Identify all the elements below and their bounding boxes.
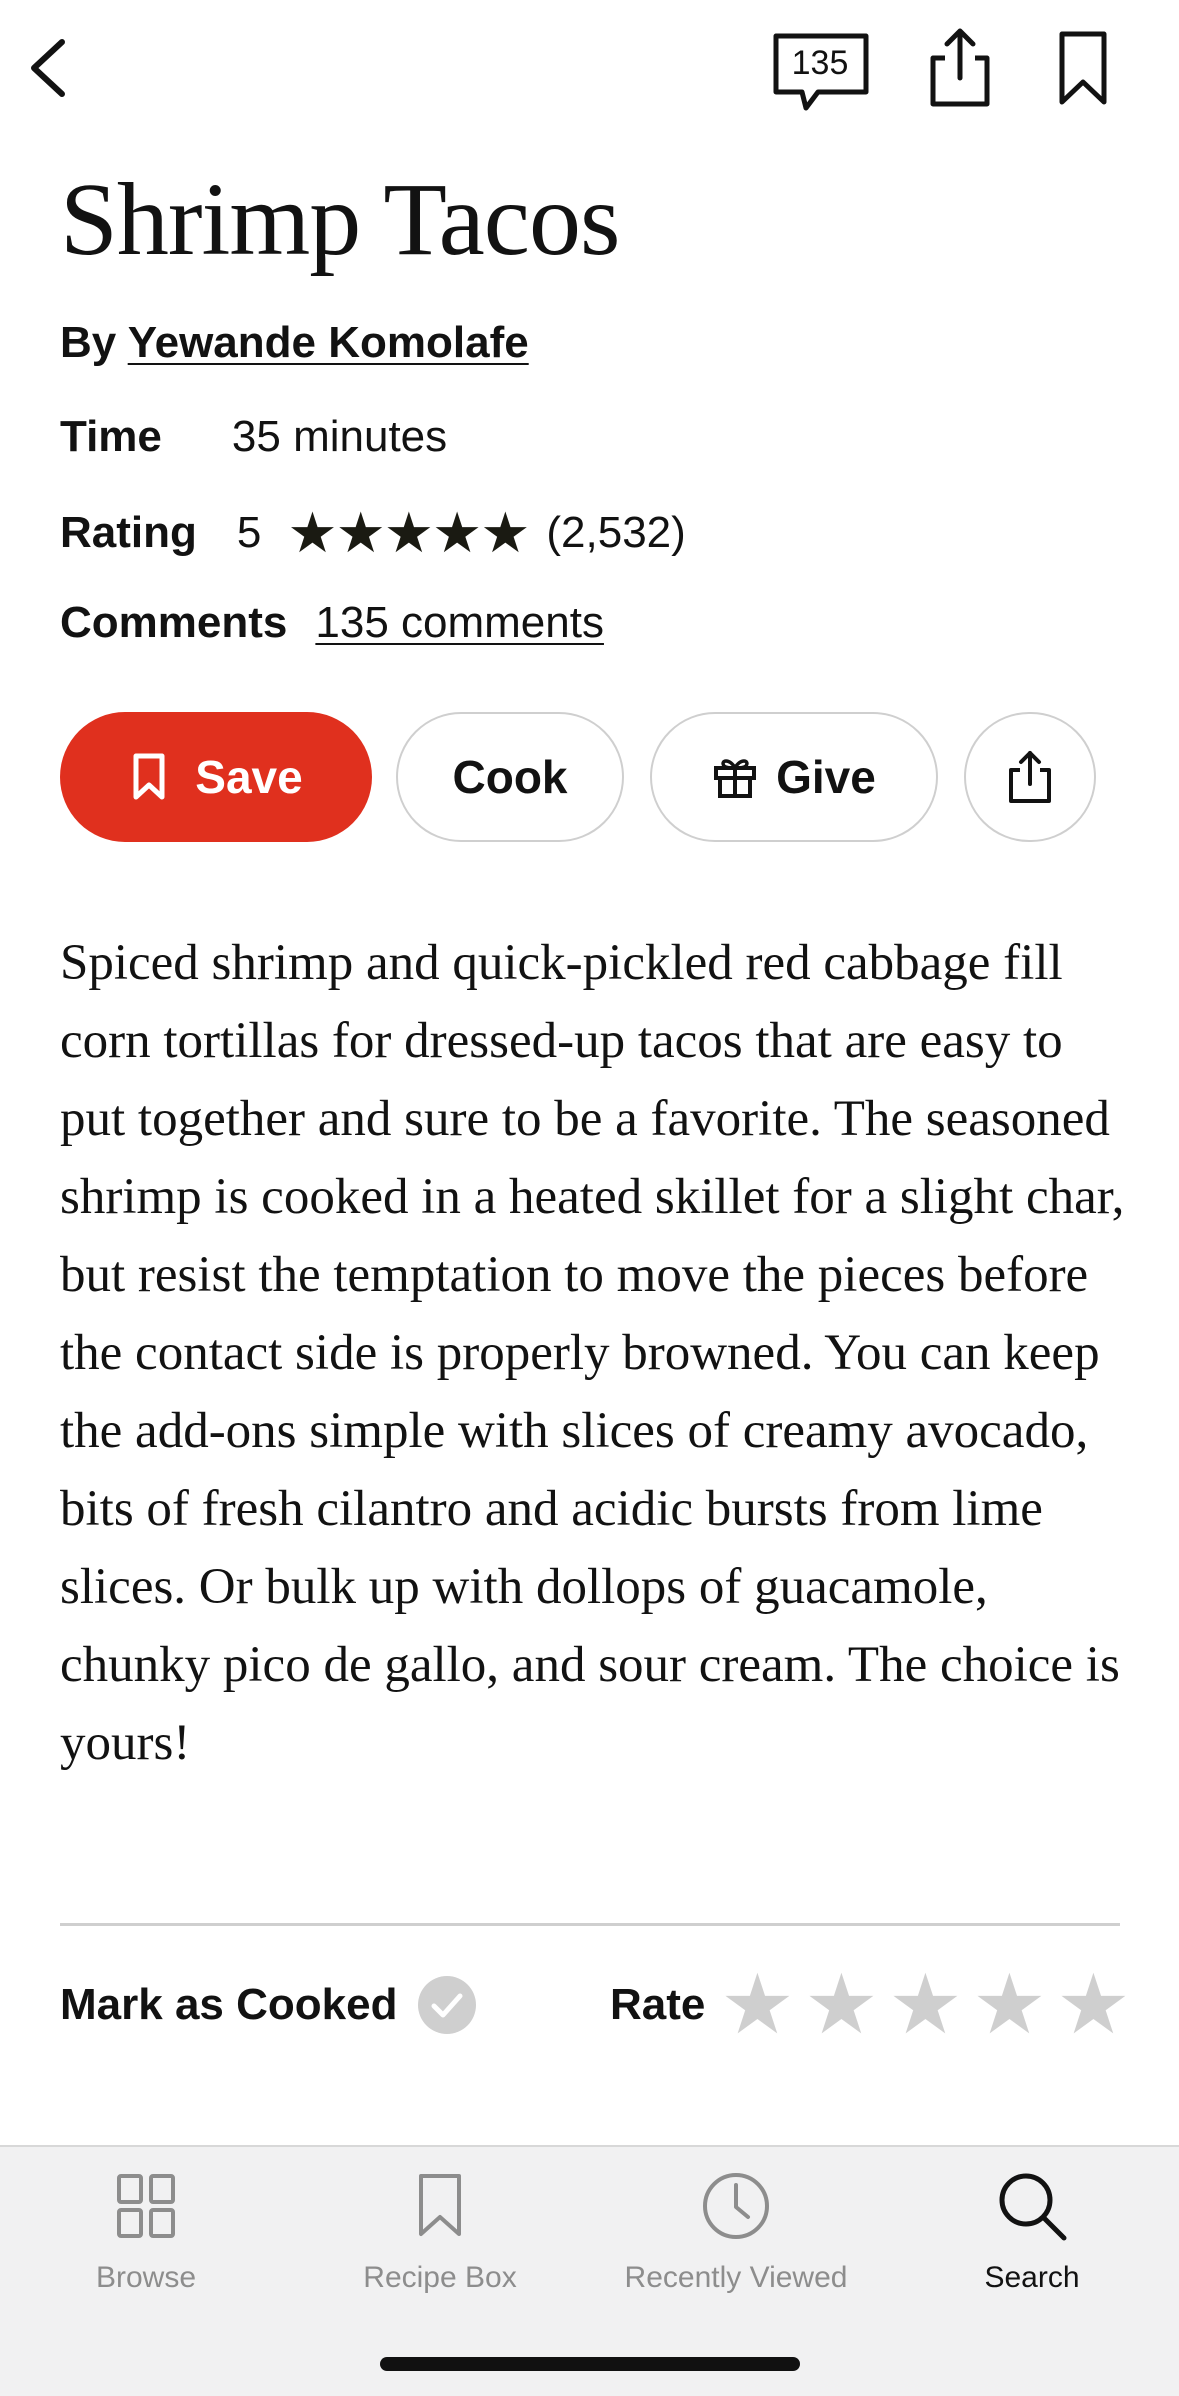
- bookmark-icon: [419, 2174, 461, 2236]
- share-icon: [930, 28, 990, 107]
- rating-value: 5: [236, 508, 262, 557]
- rate-label: Rate: [610, 1980, 706, 2029]
- top-bar: 135: [0, 0, 1179, 140]
- comments-link[interactable]: 135 comments: [315, 598, 604, 648]
- mark-cooked-label: Mark as Cooked: [60, 1980, 398, 2029]
- rate-stars: ★ ★ ★ ★ ★: [715, 1968, 1135, 2042]
- bookmark-button-top[interactable]: [1050, 28, 1116, 110]
- rating-label: Rating: [60, 508, 197, 557]
- rate-star-1[interactable]: ★: [715, 1968, 799, 2042]
- save-button[interactable]: Save: [60, 712, 372, 842]
- tab-label: Browse: [95, 2261, 197, 2294]
- byline: By Yewande Komolafe: [60, 318, 529, 368]
- search-icon: [999, 2173, 1067, 2241]
- rating-row: Rating 5 ★ ★ ★ ★ ★ (2,532): [60, 505, 686, 561]
- comments-row: Comments 135 comments: [60, 598, 604, 648]
- divider: [60, 1923, 1120, 1926]
- clock-icon: [703, 2173, 769, 2239]
- share-icon: [1009, 751, 1051, 803]
- back-button[interactable]: [18, 28, 78, 108]
- rate-star-3[interactable]: ★: [883, 1968, 967, 2042]
- rate-star-5[interactable]: ★: [1051, 1968, 1135, 2042]
- rating-stars: ★ ★ ★ ★ ★: [287, 501, 531, 564]
- checkmark-circle-icon: [417, 1975, 477, 2035]
- rate-star-4[interactable]: ★: [967, 1968, 1051, 2042]
- share-button-top[interactable]: [925, 24, 995, 110]
- star-icon: ★: [383, 501, 434, 564]
- comments-button[interactable]: 135: [770, 30, 874, 114]
- comment-count: 135: [791, 43, 849, 82]
- cook-label: Cook: [452, 751, 568, 803]
- tab-browse[interactable]: Browse: [0, 2163, 296, 2313]
- time-row: Time 35 minutes: [60, 412, 447, 462]
- tab-search[interactable]: Search: [882, 2163, 1179, 2313]
- star-icon: ★: [287, 501, 338, 564]
- tab-recently-viewed[interactable]: Recently Viewed: [586, 2163, 886, 2313]
- recipe-title: Shrimp Tacos: [60, 162, 620, 277]
- author-link[interactable]: Yewande Komolafe: [128, 318, 529, 367]
- tab-label: Search: [984, 2261, 1080, 2294]
- grid-icon: [117, 2174, 175, 2238]
- home-indicator: [380, 2357, 800, 2371]
- star-icon: ★: [480, 501, 531, 564]
- tab-recipe-box[interactable]: Recipe Box: [290, 2163, 590, 2313]
- bookmark-icon: [129, 752, 169, 802]
- tab-label: Recipe Box: [363, 2261, 517, 2294]
- mark-as-cooked-button[interactable]: Mark as Cooked: [60, 1965, 477, 2045]
- give-button[interactable]: Give: [650, 712, 938, 842]
- save-label: Save: [195, 751, 303, 803]
- star-icon: ★: [431, 501, 483, 564]
- time-value: 35 minutes: [231, 412, 448, 461]
- give-label: Give: [776, 751, 876, 803]
- cook-button[interactable]: Cook: [396, 712, 624, 842]
- gift-icon: [712, 754, 758, 800]
- bottom-tab-bar: Browse Recipe Box Recently Viewed Search: [0, 2145, 1179, 2396]
- chevron-left-icon: [31, 39, 65, 97]
- bookmark-icon: [1059, 31, 1107, 105]
- byline-prefix: By: [60, 318, 117, 367]
- recipe-description: Spiced shrimp and quick-pickled red cabb…: [60, 935, 1125, 1771]
- time-label: Time: [60, 412, 162, 461]
- tab-label: Recently Viewed: [624, 2261, 848, 2294]
- comments-label: Comments: [60, 598, 288, 647]
- star-icon: ★: [335, 501, 386, 564]
- share-button[interactable]: [964, 712, 1096, 842]
- rating-count: (2,532): [546, 508, 686, 557]
- rate-star-2[interactable]: ★: [799, 1968, 883, 2042]
- rate-control: Rate ★ ★ ★ ★ ★: [610, 1965, 1135, 2045]
